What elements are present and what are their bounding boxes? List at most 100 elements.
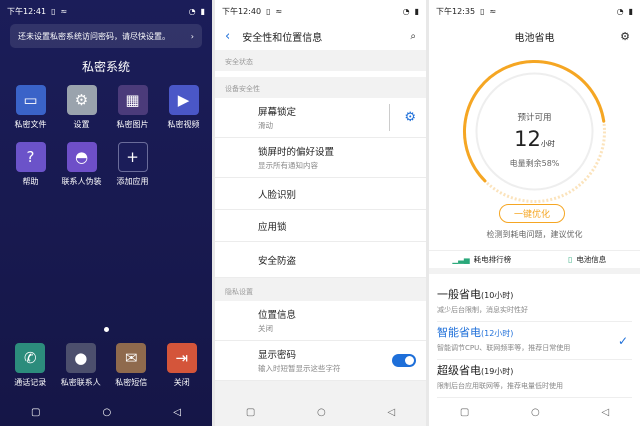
row-app-lock[interactable]: 应用锁: [215, 210, 426, 242]
app-label: 私密短信: [115, 378, 148, 387]
header: 电池省电 ⚙: [429, 22, 640, 50]
hours-unit: 小时: [540, 140, 555, 148]
dock: ✆ 通话记录 ● 私密联系人 ✉ 私密短信 ⇥ 关闭: [5, 343, 207, 388]
app-message[interactable]: ✉ 私密短信: [106, 343, 157, 388]
message-icon: ✉: [116, 343, 147, 373]
row-label: 屏幕锁定: [258, 107, 297, 118]
app-grid: ▭ 私密文件 ⚙ 设置 ▦ 私密图片 ▶ 私密视频? 帮助 ◓ 联系人伪装 + 添加应用: [5, 85, 207, 187]
nav-bar: ▢ ○ ◁: [0, 398, 212, 426]
battery-saver-screen: 下午12:35 ▯ ≈ ◔ ▮ 电池省电 ⚙ 预计可用 12小时 电量剩余58%…: [429, 0, 640, 426]
app-label: 联系人伪装: [61, 177, 102, 186]
power-mode-item[interactable]: 一般省电(10小时) 减少后台限制，消息实时性好: [437, 286, 632, 322]
app-gear[interactable]: ⚙ 设置: [56, 85, 107, 130]
wifi-icon: ◔: [402, 6, 410, 16]
wifi-icon: ◔: [616, 6, 624, 16]
tab-battery-info[interactable]: ▯ 电池信息: [535, 251, 640, 268]
sim-icon: ▯: [51, 6, 56, 16]
header-title: 安全性和位置信息: [242, 32, 323, 44]
app-play[interactable]: ▶ 私密视频: [158, 85, 209, 130]
sim-icon: ▯: [266, 6, 271, 16]
check-icon: ✓: [617, 334, 628, 348]
search-icon[interactable]: ⌕: [410, 31, 416, 42]
back-arrow-icon[interactable]: ‹: [225, 29, 230, 44]
row-sub: 显示所有通知内容: [258, 161, 318, 170]
signal-icon: ≈: [275, 6, 283, 16]
mode-title: 超级省电: [437, 364, 481, 377]
signal-icon: ≈: [60, 6, 68, 16]
header-title: 电池省电: [514, 32, 555, 44]
signal-icon: ≈: [489, 6, 497, 16]
estimate-label: 预计可用: [517, 113, 552, 123]
tab-label: 耗电排行榜: [473, 255, 512, 264]
bar-chart-icon: ▁▃▅: [452, 255, 470, 264]
row-show-password[interactable]: 显示密码 输入时短暂显示这些字符: [215, 341, 426, 381]
row-sub: 输入时短暂显示这些字符: [258, 364, 341, 373]
status-time: 下午12:41: [7, 6, 47, 16]
row-label: 应用锁: [258, 221, 287, 233]
remaining-text: 电量剩余58%: [509, 159, 560, 168]
row-label: 显示密码: [258, 350, 297, 361]
section-device-security: 设备安全性: [215, 77, 426, 98]
app-help[interactable]: ? 帮助: [5, 142, 56, 187]
gear-icon[interactable]: ⚙: [620, 30, 630, 43]
row-anti-theft[interactable]: 安全防盗: [215, 242, 426, 278]
app-label: 私密图片: [116, 120, 149, 129]
recent-apps-icon[interactable]: ▢: [246, 407, 255, 418]
row-label: 位置信息: [258, 310, 297, 321]
app-exit[interactable]: ⇥ 关闭: [157, 343, 208, 388]
home-icon[interactable]: ○: [531, 407, 540, 418]
mode-title: 智能省电: [437, 326, 481, 339]
app-phone[interactable]: ✆ 通话记录: [5, 343, 56, 388]
optimize-button[interactable]: 一键优化: [499, 204, 565, 223]
row-sub: 滑动: [258, 121, 273, 130]
app-label: 私密视频: [167, 120, 200, 129]
tab-power-ranking[interactable]: ▁▃▅ 耗电排行榜: [429, 251, 535, 268]
status-bar: 下午12:40 ▯ ≈ ◔ ▮: [215, 0, 426, 22]
hours-value: 12: [514, 127, 541, 151]
back-icon[interactable]: ◁: [173, 407, 181, 418]
optimize-hint: 检测到耗电问题，建议优化: [486, 230, 583, 239]
mode-title: 一般省电: [437, 288, 481, 301]
section-security-status: 安全状态: [215, 50, 426, 71]
sim-icon: ▯: [480, 6, 485, 16]
back-icon[interactable]: ◁: [601, 407, 609, 418]
play-icon: ▶: [168, 85, 199, 115]
app-label: 添加应用: [116, 177, 149, 186]
home-icon[interactable]: ○: [317, 407, 326, 418]
app-disguise[interactable]: ◓ 联系人伪装: [56, 142, 107, 187]
power-mode-item[interactable]: 智能省电(12小时) 智能调节CPU、联网频率等，推荐日常使用 ✓: [437, 324, 632, 360]
app-label: 帮助: [22, 177, 39, 186]
row-location[interactable]: 位置信息 关闭: [215, 301, 426, 341]
row-lock-preferences[interactable]: 锁屏时的偏好设置 显示所有通知内容: [215, 138, 426, 178]
chevron-right-icon: ›: [190, 31, 194, 41]
plus-icon: +: [117, 142, 148, 172]
row-label: 人脸识别: [258, 189, 297, 201]
show-password-toggle[interactable]: [392, 354, 416, 367]
app-plus[interactable]: + 添加应用: [107, 142, 158, 187]
row-face-recognition[interactable]: 人脸识别: [215, 178, 426, 210]
section-privacy: 隐私设置: [215, 278, 426, 301]
app-ninja[interactable]: ● 私密联系人: [56, 343, 107, 388]
mode-hours: (10小时): [481, 291, 514, 300]
folder-icon: ▭: [15, 85, 46, 115]
recent-apps-icon[interactable]: ▢: [460, 407, 469, 418]
header: ‹ 安全性和位置信息 ⌕: [215, 22, 426, 50]
gear-icon[interactable]: ⚙: [404, 110, 416, 125]
battery-icon: ▮: [200, 6, 205, 16]
help-icon: ?: [15, 142, 46, 172]
home-icon[interactable]: ○: [103, 407, 112, 418]
private-system-screen: 下午12:41 ▯ ≈ ◔ ▮ 还未设置私密系统访问密码，请尽快设置。 › 私密…: [0, 0, 212, 426]
row-screen-lock[interactable]: 屏幕锁定 滑动 ⚙: [215, 98, 426, 138]
status-time: 下午12:35: [436, 6, 476, 16]
app-folder[interactable]: ▭ 私密文件: [5, 85, 56, 130]
battery-tabs: ▁▃▅ 耗电排行榜 ▯ 电池信息: [429, 250, 640, 274]
app-gallery[interactable]: ▦ 私密图片: [107, 85, 158, 130]
battery-icon: ▮: [628, 6, 633, 16]
phone-icon: ✆: [15, 343, 46, 373]
mode-desc: 减少后台限制，消息实时性好: [437, 306, 528, 314]
battery-icon: ▮: [414, 6, 419, 16]
back-icon[interactable]: ◁: [387, 407, 395, 418]
power-mode-item[interactable]: 超级省电(19小时) 限制后台应用联网等，推荐电量低时使用: [437, 362, 632, 398]
recent-apps-icon[interactable]: ▢: [31, 407, 40, 418]
password-notice[interactable]: 还未设置私密系统访问密码，请尽快设置。 ›: [10, 24, 202, 48]
